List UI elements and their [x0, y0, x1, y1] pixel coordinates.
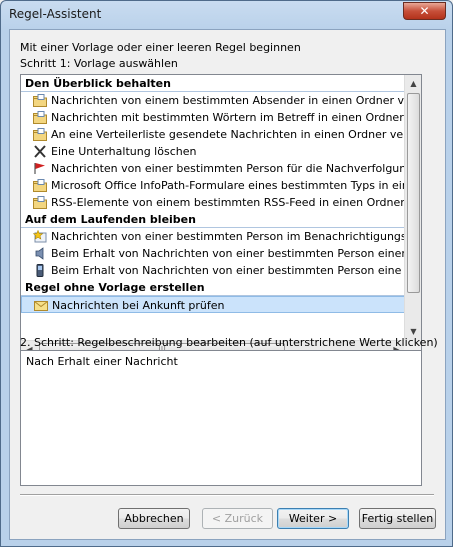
- template-item-label: Eine Unterhaltung löschen: [51, 145, 197, 158]
- template-item-label: Beim Erhalt von Nachrichten von einer be…: [51, 247, 405, 260]
- window-title: Regel-Assistent: [9, 7, 102, 21]
- dialog-window: Regel-Assistent ✕ Mit einer Vorlage oder…: [0, 0, 453, 547]
- separator: [20, 494, 434, 496]
- step2-label: 2. Schritt: Regelbeschreibung bearbeiten…: [20, 336, 438, 349]
- template-item-label: Nachrichten mit bestimmten Wörtern im Be…: [51, 111, 405, 124]
- scroll-up-arrow-icon[interactable]: ▲: [405, 75, 421, 92]
- template-item[interactable]: Nachrichten von einer bestimmten Person …: [21, 228, 405, 245]
- template-item[interactable]: Microsoft Office InfoPath-Formulare eine…: [21, 177, 405, 194]
- mobile-phone-icon: [33, 264, 47, 277]
- delete-x-icon: [33, 145, 47, 158]
- alert-star-icon: [32, 229, 47, 243]
- template-group-header: Auf dem Laufenden bleiben: [21, 211, 405, 228]
- template-item-label: Nachrichten von einer bestimmten Person …: [51, 230, 405, 243]
- vertical-scrollbar[interactable]: ▲ ▼: [404, 75, 421, 340]
- template-group-header: Den Überblick behalten: [21, 75, 405, 92]
- template-item-label: RSS-Elemente von einem bestimmten RSS-Fe…: [51, 196, 405, 209]
- template-item[interactable]: Nachrichten von einer bestimmten Person …: [21, 160, 405, 177]
- move-folder-icon: [33, 111, 47, 124]
- cancel-button[interactable]: Abbrechen: [118, 508, 190, 529]
- back-button[interactable]: < Zurück: [202, 508, 273, 529]
- dialog-client-area: Mit einer Vorlage oder einer leeren Rege…: [9, 29, 446, 540]
- template-item[interactable]: Beim Erhalt von Nachrichten von einer be…: [21, 245, 405, 262]
- template-item[interactable]: Beim Erhalt von Nachrichten von einer be…: [21, 262, 405, 279]
- template-item-label: Nachrichten von einer bestimmten Person …: [51, 162, 405, 175]
- template-item[interactable]: Eine Unterhaltung löschen: [21, 143, 405, 160]
- rule-description-text: Nach Erhalt einer Nachricht: [26, 355, 178, 368]
- template-item-label: Microsoft Office InfoPath-Formulare eine…: [51, 179, 405, 192]
- move-folder-icon: [33, 128, 47, 141]
- template-listbox[interactable]: Den Überblick behalten Nachrichten von ei…: [20, 74, 422, 358]
- template-item-label: Beim Erhalt von Nachrichten von einer be…: [51, 264, 405, 277]
- move-folder-icon: [33, 94, 47, 107]
- template-group-header: Regel ohne Vorlage erstellen: [21, 279, 405, 296]
- speaker-icon: [33, 247, 47, 260]
- title-bar[interactable]: Regel-Assistent ✕: [1, 1, 452, 27]
- rule-description-box[interactable]: Nach Erhalt einer Nachricht: [20, 350, 422, 486]
- template-item[interactable]: An eine Verteilerliste gesendete Nachric…: [21, 126, 405, 143]
- red-flag-icon: [33, 162, 47, 175]
- template-item-label: Nachrichten bei Ankunft prüfen: [52, 299, 225, 312]
- template-item[interactable]: Nachrichten bei Ankunft prüfen: [21, 296, 405, 313]
- envelope-icon: [34, 299, 48, 312]
- vertical-scroll-thumb[interactable]: [407, 93, 420, 293]
- close-button[interactable]: ✕: [403, 2, 446, 20]
- move-folder-icon: [33, 179, 47, 192]
- template-list: Den Überblick behalten Nachrichten von ei…: [21, 75, 405, 340]
- next-button[interactable]: Weiter >: [277, 508, 349, 529]
- intro-label: Mit einer Vorlage oder einer leeren Rege…: [20, 41, 301, 54]
- template-item-label: An eine Verteilerliste gesendete Nachric…: [51, 128, 405, 141]
- step1-label: Schritt 1: Vorlage auswählen: [20, 57, 178, 70]
- finish-button[interactable]: Fertig stellen: [359, 508, 436, 529]
- move-folder-icon: [33, 196, 47, 209]
- template-item[interactable]: RSS-Elemente von einem bestimmten RSS-Fe…: [21, 194, 405, 211]
- template-item[interactable]: Nachrichten mit bestimmten Wörtern im Be…: [21, 109, 405, 126]
- template-item[interactable]: Nachrichten von einem bestimmten Absende…: [21, 92, 405, 109]
- template-item-label: Nachrichten von einem bestimmten Absende…: [51, 94, 405, 107]
